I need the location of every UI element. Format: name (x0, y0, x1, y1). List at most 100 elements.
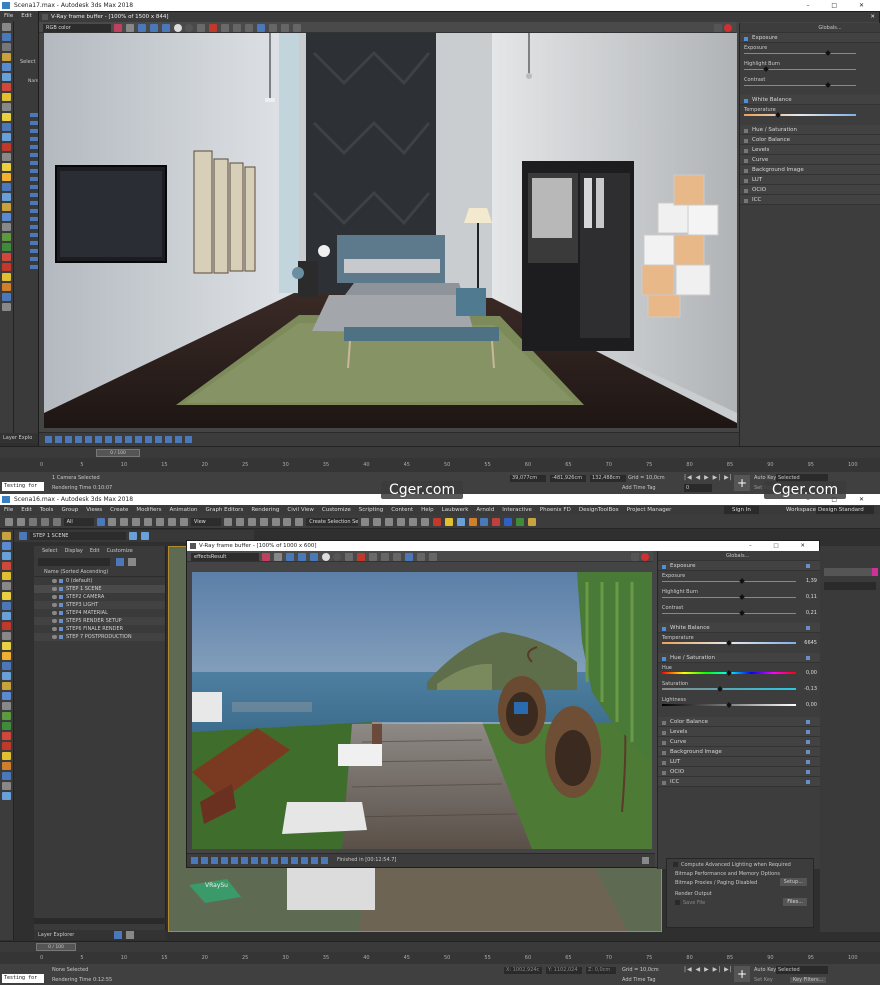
top-testing-field[interactable]: Testing for (2, 482, 44, 491)
b-highlight-burn-track[interactable] (662, 597, 796, 598)
region-icon[interactable] (233, 23, 242, 32)
clear-icon[interactable] (221, 23, 230, 32)
top-track-bar[interactable]: 0 5 10 15 20 25 30 35 40 45 50 55 60 65 70 75 80 85 90 95 10… (0, 458, 880, 472)
top-channel-select[interactable]: RGB color (43, 23, 111, 32)
bm-phoenix[interactable]: Phoenix FD (540, 507, 571, 513)
top-globals-label[interactable]: Globals... (818, 25, 841, 31)
b-frame-buffer-icon[interactable] (2, 772, 11, 780)
b-material-editor-icon[interactable] (2, 742, 11, 750)
bt-percent-snap-icon[interactable] (271, 518, 280, 526)
teapot-render-icon[interactable] (2, 303, 11, 311)
bt-align-icon[interactable] (373, 518, 382, 526)
b-heart-icon[interactable] (261, 552, 270, 561)
vray-light-icon[interactable] (2, 163, 11, 171)
stamp-icon[interactable] (268, 23, 277, 32)
b-hierarchy-icon[interactable] (2, 552, 11, 560)
b-compare-icon[interactable] (428, 552, 437, 561)
explorer-tab-display[interactable]: Display (64, 548, 82, 554)
railclone-icon[interactable] (2, 253, 11, 261)
b-railclone-icon[interactable] (2, 732, 11, 740)
scene-item-step1[interactable]: STEP 1 SCENE (34, 585, 165, 593)
bt-angle-snap-icon[interactable] (259, 518, 268, 526)
b-exposure-value[interactable]: 1,39 (806, 578, 817, 584)
menu-file[interactable]: File (4, 13, 13, 19)
bottom-add-time-tag[interactable]: Add Time Tag (622, 977, 656, 983)
bm-arnold[interactable]: Arnold (476, 507, 494, 513)
bottom-globals-button[interactable]: Globals... (658, 551, 820, 561)
b-highlight-burn-value[interactable]: 0,11 (806, 594, 817, 600)
top-layer-levels[interactable]: Levels (740, 145, 880, 155)
bm-create[interactable]: Create (110, 507, 128, 513)
b-saturation-gradient[interactable] (662, 688, 796, 690)
b-fur-icon[interactable] (2, 672, 11, 680)
compute-advanced-lighting[interactable]: Compute Advanced Lighting when Required (667, 859, 813, 868)
top-add-time-tag[interactable]: Add Time Tag (622, 485, 656, 491)
b-wb-enable-icon[interactable] (806, 626, 810, 630)
forest-icon[interactable] (2, 243, 11, 251)
top-layer-hue-saturation[interactable]: Hue / Saturation (740, 125, 880, 135)
create-selection-set[interactable]: Create Selection Se (306, 518, 358, 526)
top-layer-icc[interactable]: ICC (740, 195, 880, 205)
bt-rotate-icon[interactable] (156, 518, 165, 526)
play-controls[interactable]: |◀ ◀ ▶ ▶| ▶| (684, 474, 733, 481)
material-editor-icon[interactable] (2, 263, 11, 271)
track-mouse-icon[interactable] (245, 23, 254, 32)
bt-link-icon[interactable] (28, 518, 37, 526)
bottom-track-bar[interactable]: 0 5 10 15 20 25 30 35 40 45 50 55 60 65 70 75 80 85 90 95 10… (0, 952, 880, 964)
b-contrast-field[interactable]: Contrast 0,21 (658, 603, 820, 619)
top-layer-white-balance[interactable]: White Balance (740, 95, 880, 105)
bt-scale-icon[interactable] (168, 518, 177, 526)
b-region-icon[interactable] (381, 552, 390, 561)
b-contrast-track[interactable] (662, 613, 796, 614)
bt-vray-icon[interactable] (480, 518, 489, 526)
scene-item-step7[interactable]: STEP 7 POSTPRODUCTION (34, 633, 165, 641)
bottom-layer-background-image[interactable]: Background Image (658, 747, 820, 757)
load-icon[interactable] (209, 23, 218, 32)
top-layer-curve[interactable]: Curve (740, 155, 880, 165)
teapot-icon[interactable] (2, 223, 11, 231)
b-clear-icon[interactable] (369, 552, 378, 561)
bt-render-frame-icon[interactable] (456, 518, 465, 526)
explorer-tab-select[interactable]: Select (42, 548, 57, 554)
b-saturation-value[interactable]: -0,13 (804, 686, 817, 692)
bm-group[interactable]: Group (61, 507, 78, 513)
utilities-icon[interactable] (2, 103, 11, 111)
bm-views[interactable]: Views (86, 507, 102, 513)
b-systems-icon[interactable] (2, 632, 11, 640)
b-levels-enable-icon[interactable] (806, 730, 810, 734)
top-exposure-track[interactable] (744, 53, 856, 54)
top-frame-field[interactable]: 0 (684, 484, 712, 492)
systems-icon[interactable] (2, 153, 11, 161)
top-layer-background-image[interactable]: Background Image (740, 165, 880, 175)
b-stamp-icon[interactable] (416, 552, 425, 561)
bm-scripting[interactable]: Scripting (359, 507, 383, 513)
bottom-vfb-settings-icon[interactable] (642, 857, 649, 864)
b-teapot-icon[interactable] (2, 702, 11, 710)
heart-icon[interactable] (113, 23, 122, 32)
blue-channel-icon[interactable] (161, 23, 170, 32)
bottom-layer-levels[interactable]: Levels (658, 727, 820, 737)
render-icon[interactable] (2, 283, 11, 291)
bt-layer-add-icon[interactable] (128, 532, 137, 540)
plane-icon[interactable] (2, 203, 11, 211)
files-button[interactable]: Files... (783, 898, 807, 906)
workspace-select[interactable]: Design Standard (816, 506, 874, 514)
top-globals-button[interactable]: Globals... (740, 23, 880, 33)
lens-effects-icon[interactable] (256, 23, 265, 32)
select-object-icon[interactable] (2, 33, 11, 41)
top-temperature-field[interactable]: Temperature (740, 105, 880, 121)
top-layer-ocio[interactable]: OCIO (740, 185, 880, 195)
b-color-swatch-icon[interactable] (273, 552, 282, 561)
scene-item-step4[interactable]: STEP4 MATERIAL (34, 609, 165, 617)
b-load-icon[interactable] (357, 552, 366, 561)
scene-item-step2[interactable]: STEP2 CAMERA (34, 593, 165, 601)
top-contrast-track[interactable] (744, 85, 856, 86)
bt-curve-editor-icon[interactable] (408, 518, 417, 526)
b-modify-icon[interactable] (2, 542, 11, 550)
fur-icon[interactable] (2, 193, 11, 201)
bt-manipulate-icon[interactable] (235, 518, 244, 526)
top-layer-exposure[interactable]: Exposure (740, 33, 880, 43)
bt-select-name-icon[interactable] (108, 518, 117, 526)
save-file-checkbox[interactable] (675, 900, 680, 905)
top-layer-explorer-label[interactable]: Layer Explo (3, 435, 32, 441)
